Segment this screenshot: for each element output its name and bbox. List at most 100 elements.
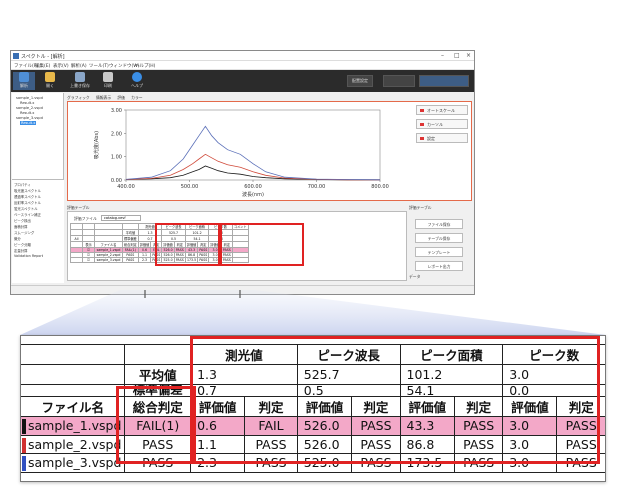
help-button[interactable]: ヘルプ bbox=[126, 72, 148, 90]
filename-cell: sample_3.vspd bbox=[21, 453, 126, 473]
save-icon bbox=[75, 72, 85, 82]
settings-icon bbox=[420, 137, 424, 140]
y-tick-label: 3.00 bbox=[111, 108, 122, 114]
template-button[interactable]: テンプレート bbox=[415, 247, 463, 257]
table-cell bbox=[124, 344, 192, 365]
help-icon bbox=[132, 72, 142, 82]
close-icon[interactable]: × bbox=[466, 52, 471, 59]
tab-eval[interactable]: 評価 bbox=[117, 95, 125, 100]
analysis-button[interactable]: 解析 bbox=[13, 72, 35, 90]
table-cell bbox=[21, 344, 126, 365]
menu-edit[interactable]: 編集(E) bbox=[35, 63, 50, 69]
series-color-swatch bbox=[22, 456, 26, 471]
tree-item[interactable]: sample_3.vspd bbox=[16, 116, 43, 120]
report-output-button[interactable]: レポート出力 bbox=[415, 261, 463, 271]
y-tick-label: 2.00 bbox=[111, 131, 122, 137]
tab-info[interactable]: 情報表示 bbox=[96, 95, 111, 100]
series-color-swatch bbox=[22, 419, 26, 434]
spectrum-line-2 bbox=[125, 153, 380, 181]
layout-settings-button[interactable]: 配置設定 bbox=[347, 75, 373, 87]
file-save-button[interactable]: ファイル保存 bbox=[415, 219, 463, 229]
property-item[interactable]: 定量計算 bbox=[14, 248, 28, 253]
highlight-evaluation-values bbox=[190, 336, 600, 464]
property-item[interactable]: 反射率スペクトル bbox=[14, 200, 41, 205]
spectrum-chart[interactable]: 3.002.001.000.00400.00 500.00 600.00 700.00… bbox=[68, 102, 413, 200]
mini-cell: 総合判定 bbox=[122, 241, 139, 248]
maximize-icon[interactable]: □ bbox=[454, 52, 460, 59]
ribbon-right-button-3[interactable] bbox=[419, 75, 469, 87]
analysis-icon bbox=[19, 72, 29, 82]
window-title: スペクトル - [解析] bbox=[21, 54, 65, 60]
y-axis-label: 吸光度(Abs) bbox=[93, 131, 100, 159]
plot-frame bbox=[125, 109, 381, 181]
filename-cell: sample_2.vspd bbox=[21, 434, 126, 454]
property-item[interactable]: Validation Report bbox=[14, 254, 43, 258]
tab-graphic[interactable]: グラフィック bbox=[67, 95, 90, 100]
open-button[interactable]: 開く bbox=[39, 72, 61, 90]
mini-checkbox[interactable]: ☑ bbox=[82, 257, 95, 263]
x-tick-label: 500.00 bbox=[181, 184, 199, 190]
x-tick-label: 700.00 bbox=[308, 184, 326, 190]
zoom-connector bbox=[20, 290, 606, 335]
mini-highlight-values bbox=[220, 223, 304, 266]
tab-color[interactable]: カラー bbox=[131, 95, 142, 100]
menu-view[interactable]: 表示(V) bbox=[53, 63, 69, 69]
avg-label: 平均値 bbox=[124, 364, 192, 385]
property-item[interactable]: 吸光度スペクトル bbox=[14, 188, 41, 193]
property-item[interactable]: ベースライン補正 bbox=[14, 212, 41, 217]
x-tick-label: 800.00 bbox=[371, 184, 389, 190]
eval-file-label: 評価ファイル bbox=[74, 216, 97, 221]
filename-header: ファイル名 bbox=[21, 396, 126, 417]
property-item[interactable]: ピーク検出 bbox=[14, 218, 31, 223]
highlight-overall-judgement bbox=[116, 386, 196, 464]
mini-std-label: 標準偏差 bbox=[122, 235, 139, 242]
autoscale-icon bbox=[420, 109, 424, 112]
autoscale-button[interactable]: オートスケール bbox=[416, 105, 468, 115]
x-tick-label: 600.00 bbox=[244, 184, 262, 190]
app-window: スペクトル - [解析] – □ × ファイル(F) 編集(E) 表示(V) 解… bbox=[10, 50, 475, 295]
cursor-button[interactable]: カーソル bbox=[416, 119, 468, 129]
eval-file-field[interactable]: catalog.vevf bbox=[101, 215, 141, 221]
property-header: プロパティ bbox=[14, 183, 31, 187]
title-bar: スペクトル - [解析] – □ × bbox=[11, 51, 474, 61]
tree-item[interactable]: Result.x bbox=[20, 111, 34, 115]
table-save-button[interactable]: テーブル保存 bbox=[415, 233, 463, 243]
menu-tools[interactable]: ツール(T) bbox=[89, 63, 109, 69]
ribbon-right-button-2[interactable] bbox=[383, 75, 415, 87]
property-item[interactable]: 微分 bbox=[14, 236, 21, 241]
table-cell bbox=[21, 384, 126, 397]
tree-item[interactable]: sample_2.vspd bbox=[16, 106, 43, 110]
table-cell bbox=[21, 364, 126, 385]
menu-analysis[interactable]: 解析(A) bbox=[71, 63, 87, 69]
property-item[interactable]: 面積計算 bbox=[14, 224, 28, 229]
cursor-icon bbox=[420, 123, 424, 126]
property-item[interactable]: 蛍光スペクトル bbox=[14, 206, 38, 211]
settings-button[interactable]: 設定 bbox=[416, 133, 468, 143]
mini-cell: 2.3 bbox=[137, 257, 152, 263]
app-icon bbox=[13, 53, 19, 59]
tree-item[interactable]: Result.x bbox=[20, 101, 34, 105]
y-tick-label: 1.00 bbox=[111, 155, 122, 161]
eval-right-header: 評価テーブル bbox=[409, 205, 432, 210]
eval-right-footer: データ bbox=[409, 274, 421, 279]
tree-item-selected[interactable]: Result.x bbox=[20, 121, 37, 125]
property-item[interactable]: 透過率スペクトル bbox=[14, 194, 41, 199]
mini-highlight-overall bbox=[155, 223, 220, 266]
menu-help[interactable]: ヘルプ(H) bbox=[135, 63, 155, 69]
filename-cell: sample_1.vspd bbox=[21, 416, 126, 436]
print-button[interactable]: 印刷 bbox=[97, 72, 119, 90]
spectrum-graph-panel: 3.00 2.00 1.00 0.00 400.00 500.00 600.00 700.00… bbox=[67, 101, 472, 201]
property-item[interactable]: ピーク分離 bbox=[14, 242, 31, 247]
mini-cell: sample_1.vspd bbox=[94, 247, 123, 253]
mini-cell: sample_2.vspd bbox=[94, 252, 123, 258]
minimize-icon[interactable]: – bbox=[441, 52, 444, 59]
open-folder-icon bbox=[45, 72, 55, 82]
mini-cell: sample_3.vspd bbox=[94, 257, 123, 263]
save-button[interactable]: 上書き保存 bbox=[69, 72, 91, 90]
property-item[interactable]: スムージング bbox=[14, 230, 34, 235]
mini-cell: PASS bbox=[122, 257, 139, 263]
tree-item[interactable]: sample_1.vspd bbox=[16, 96, 43, 100]
ribbon-toolbar: 解析 開く 上書き保存 印刷 ヘルプ 配置設定 bbox=[11, 70, 474, 92]
eval-right-panel: 評価テーブル ファイル保存 テーブル保存 テンプレート レポート出力 データ bbox=[407, 205, 472, 281]
menu-bar: ファイル(F) 編集(E) 表示(V) 解析(A) ツール(T) ウィンドウ(W… bbox=[11, 61, 474, 70]
